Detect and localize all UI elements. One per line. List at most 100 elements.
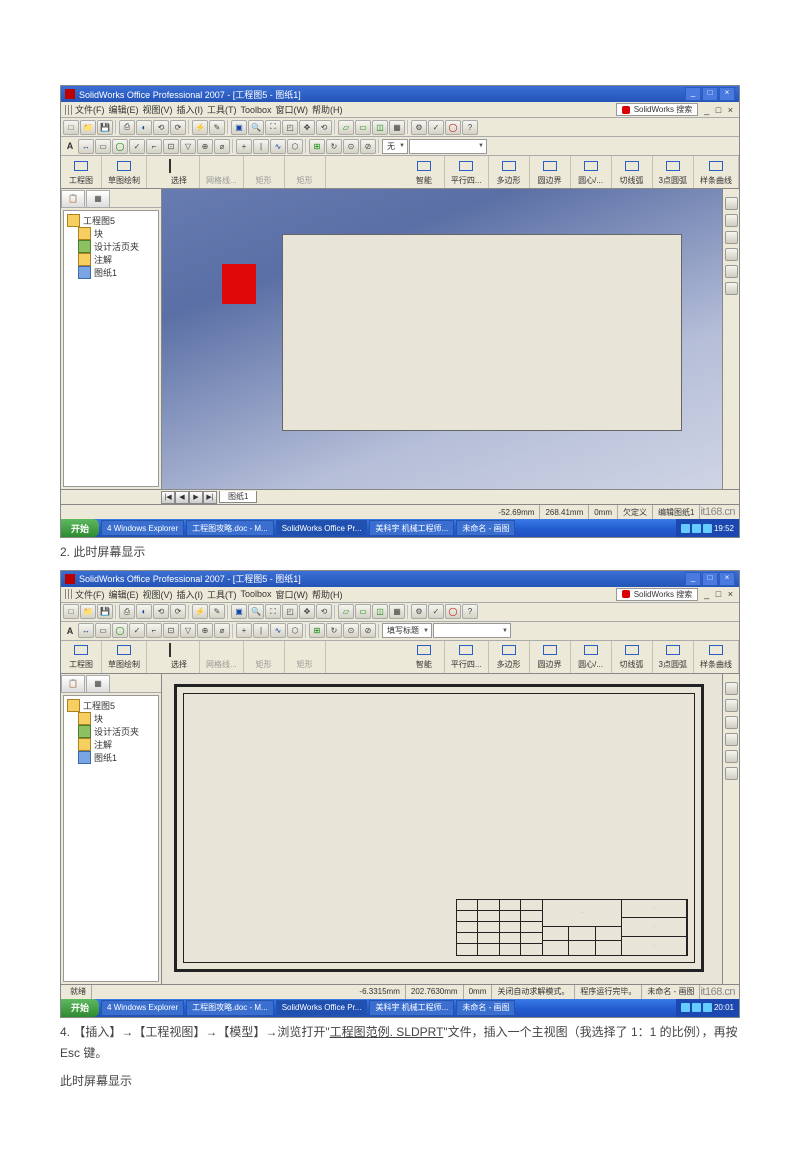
property-tab[interactable]: ▦ — [86, 190, 110, 207]
tree-annotations[interactable]: 注解 — [94, 253, 112, 266]
note-button[interactable]: ▭ — [95, 139, 111, 154]
tool-button[interactable]: ◯ — [445, 120, 461, 135]
tree-binder[interactable]: 设计活页夹 — [94, 240, 139, 253]
tray-icon[interactable] — [692, 1003, 701, 1012]
save-button[interactable]: 💾 — [97, 604, 113, 619]
ribbon-sketch[interactable]: 草图绘制 — [102, 641, 147, 673]
tray-icon[interactable] — [681, 524, 690, 533]
zoom-area-button[interactable]: ◰ — [282, 604, 298, 619]
ribbon-select[interactable]: 选择 — [159, 641, 200, 673]
tray-icon[interactable] — [681, 1003, 690, 1012]
ribbon-smart[interactable]: 智能 — [404, 641, 445, 673]
ribbon-arc[interactable]: 圆边界 — [530, 641, 571, 673]
ribbon-tang[interactable]: 切线弧 — [612, 156, 653, 188]
tray-icon[interactable] — [692, 524, 701, 533]
taskpane-tab[interactable] — [725, 265, 738, 278]
style-combo[interactable] — [409, 139, 487, 154]
taskbar-item[interactable]: 美科宇 机械工程师... — [369, 1000, 454, 1016]
view-button[interactable]: ▭ — [355, 120, 371, 135]
zoom-fit-button[interactable]: ⛶ — [265, 604, 281, 619]
drawing-sheet[interactable] — [282, 234, 682, 431]
view-button[interactable]: ▦ — [389, 604, 405, 619]
tool-button[interactable]: ⊙ — [343, 139, 359, 154]
ribbon-para[interactable]: 平行四... — [445, 156, 489, 188]
sheet-tab[interactable]: 图纸1 — [219, 491, 257, 503]
start-button[interactable]: 开始 — [61, 519, 99, 537]
tool-button[interactable]: ✓ — [428, 604, 444, 619]
gtol-button[interactable]: ⊡ — [163, 623, 179, 638]
tool-button[interactable]: ⊞ — [309, 139, 325, 154]
taskpane-tab[interactable] — [725, 282, 738, 295]
menu-view[interactable]: 视图(V) — [143, 588, 173, 601]
drawing-frame[interactable]: · · · · — [174, 684, 704, 972]
taskbar-item[interactable]: 4 Windows Explorer — [101, 520, 184, 536]
centerline-button[interactable]: | — [253, 623, 269, 638]
taskpane-tab[interactable] — [725, 248, 738, 261]
dimension-button[interactable]: ↔ — [78, 623, 94, 638]
taskpane-tab[interactable] — [725, 682, 738, 695]
text-tool-button[interactable]: A — [63, 626, 77, 636]
rebuild-button[interactable]: ⚡ — [192, 604, 208, 619]
view-button[interactable]: ▭ — [355, 604, 371, 619]
view-button[interactable]: ▱ — [338, 604, 354, 619]
ribbon-spline[interactable]: 样条曲线 — [694, 156, 739, 188]
open-button[interactable]: 📁 — [80, 120, 96, 135]
taskpane-tab[interactable] — [725, 750, 738, 763]
zoom-area-button[interactable]: ◰ — [282, 120, 298, 135]
child-close-button[interactable]: × — [728, 589, 733, 599]
balloon-button[interactable]: ◯ — [112, 623, 128, 638]
datum-target-button[interactable]: ⊕ — [197, 623, 213, 638]
taskpane-tab[interactable] — [725, 733, 738, 746]
surface-finish-button[interactable]: ✓ — [129, 623, 145, 638]
pan-button[interactable]: ✥ — [299, 120, 315, 135]
tree-root[interactable]: 工程图5 — [83, 214, 115, 227]
taskpane-tab[interactable] — [725, 197, 738, 210]
tool-button[interactable]: ⚙ — [411, 120, 427, 135]
menu-window[interactable]: 窗口(W) — [276, 103, 309, 116]
ribbon-drawing[interactable]: 工程图 — [61, 641, 102, 673]
ribbon-conc[interactable]: 圆心/... — [571, 641, 612, 673]
ribbon-rect2[interactable]: 矩形 — [285, 156, 326, 188]
tool-button[interactable]: ⟲ — [153, 120, 169, 135]
tree-root[interactable]: 工程图5 — [83, 699, 115, 712]
rotate-button[interactable]: ⟲ — [316, 120, 332, 135]
menu-file[interactable]: 文件(F) — [75, 588, 105, 601]
menu-edit[interactable]: 编辑(E) — [109, 103, 139, 116]
taskbar-item-active[interactable]: SolidWorks Office Pr... — [276, 1000, 368, 1016]
feature-tab[interactable]: 📋 — [61, 675, 85, 692]
menu-toolbox[interactable]: Toolbox — [241, 589, 272, 599]
help-button[interactable]: ? — [462, 604, 478, 619]
start-button[interactable]: 开始 — [61, 999, 99, 1017]
menu-view[interactable]: 视图(V) — [143, 103, 173, 116]
taskbar-item[interactable]: 美科宇 机械工程师... — [369, 520, 454, 536]
menu-help[interactable]: 帮助(H) — [312, 103, 343, 116]
select-button[interactable]: ▣ — [231, 604, 247, 619]
grip-icon[interactable] — [65, 589, 73, 599]
menu-toolbox[interactable]: Toolbox — [241, 105, 272, 115]
tool-button[interactable]: ∿ — [270, 139, 286, 154]
taskbar-item[interactable]: 工程图攻略.doc - M... — [186, 520, 274, 536]
taskbar-item[interactable]: 未命名 - 画图 — [456, 520, 515, 536]
rebuild-button[interactable]: ⚡ — [192, 120, 208, 135]
menu-window[interactable]: 窗口(W) — [276, 588, 309, 601]
feature-tab[interactable]: 📋 — [61, 190, 85, 207]
tool-button[interactable]: ⊞ — [309, 623, 325, 638]
title-bar[interactable]: SolidWorks Office Professional 2007 - [工… — [61, 86, 739, 102]
close-button[interactable]: × — [719, 572, 735, 586]
ribbon-arc[interactable]: 圆边界 — [530, 156, 571, 188]
prev-sheet-button[interactable]: ◀ — [175, 491, 189, 504]
tool-button[interactable]: ⬡ — [287, 139, 303, 154]
system-tray[interactable]: 20:01 — [676, 999, 739, 1017]
ribbon-rect2[interactable]: 矩形 — [285, 641, 326, 673]
menu-tools[interactable]: 工具(T) — [207, 588, 237, 601]
taskpane-tab[interactable] — [725, 699, 738, 712]
ribbon-poly[interactable]: 多边形 — [489, 156, 530, 188]
centermark-button[interactable]: + — [236, 623, 252, 638]
menu-help[interactable]: 帮助(H) — [312, 588, 343, 601]
menu-tools[interactable]: 工具(T) — [207, 103, 237, 116]
datum-button[interactable]: ▽ — [180, 139, 196, 154]
menu-insert[interactable]: 插入(I) — [177, 588, 204, 601]
ribbon-conc[interactable]: 圆心/... — [571, 156, 612, 188]
style-combo[interactable] — [433, 623, 511, 638]
taskbar-item[interactable]: 未命名 - 画图 — [456, 1000, 515, 1016]
